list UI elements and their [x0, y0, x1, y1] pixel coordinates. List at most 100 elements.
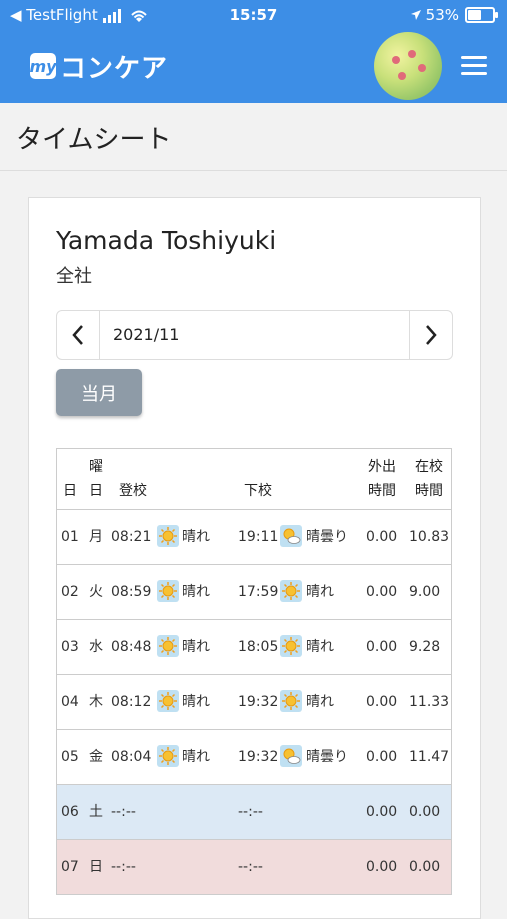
cell-school-hours: 11.33: [409, 694, 450, 710]
user-department: 全社: [56, 266, 92, 287]
cell-out-time: 19:32: [238, 749, 279, 765]
table-body: 01 月 08:21 晴れ 19:11 晴曇り 0.00 10.83 02 火 08:59 晴れ 17:…: [56, 510, 452, 895]
sun-icon: [157, 580, 179, 602]
prev-month-button[interactable]: [57, 311, 100, 359]
avatar-flower: [392, 56, 400, 64]
app-header: ◀ TestFlight 15:57 53% my コンケア: [0, 0, 507, 103]
sun-icon: [280, 580, 302, 602]
header-weekday-2: 日: [89, 483, 103, 499]
cell-out-weather: 晴曇り: [306, 529, 348, 545]
header-day: 日: [63, 483, 77, 499]
sun-icon: [157, 635, 179, 657]
cell-in-time: 08:21: [111, 529, 152, 545]
header-out: 下校: [244, 483, 272, 499]
cell-day: 06: [61, 804, 79, 820]
cell-day: 05: [61, 749, 79, 765]
sun-icon: [280, 635, 302, 657]
avatar-flower: [408, 50, 416, 58]
cell-outing-hours: 0.00: [366, 859, 398, 875]
cell-out-time: --:--: [238, 804, 263, 820]
cell-weekday: 木: [89, 694, 103, 710]
cell-day: 07: [61, 859, 79, 875]
cell-outing-hours: 0.00: [366, 639, 398, 655]
logo-text: コンケア: [60, 53, 169, 84]
cell-weekday: 日: [89, 859, 103, 875]
table-row[interactable]: 03 水 08:48 晴れ 18:05 晴れ 0.00 9.28: [56, 620, 452, 675]
cell-out-time: 18:05: [238, 639, 279, 655]
battery-fill: [468, 10, 481, 20]
cell-in-weather: 晴れ: [182, 529, 210, 545]
cell-in-weather: 晴れ: [182, 694, 210, 710]
cell-out-weather: 晴れ: [306, 694, 334, 710]
table-header: 日 曜 日 登校 下校 外出 時間 在校 時間: [56, 449, 452, 510]
cell-outing-hours: 0.00: [366, 694, 398, 710]
sun-cloud-icon: [280, 745, 302, 767]
cell-weekday: 月: [89, 529, 103, 545]
cell-weekday: 火: [89, 584, 103, 600]
current-month: 2021/11: [113, 325, 180, 344]
cell-out-weather: 晴れ: [306, 584, 334, 600]
table-row[interactable]: 05 金 08:04 晴れ 19:32 晴曇り 0.00 11.47: [56, 730, 452, 785]
cell-in-time: 08:12: [111, 694, 152, 710]
page-title-bar: タイムシート: [0, 103, 507, 171]
cell-out-time: 19:11: [238, 529, 279, 545]
page-title: タイムシート: [16, 125, 172, 155]
cell-weekday: 土: [89, 804, 103, 820]
header-weekday-1: 曜: [89, 459, 103, 475]
chevron-left-icon: [72, 325, 83, 345]
status-bar: ◀ TestFlight 15:57 53%: [0, 0, 507, 30]
battery-icon: [465, 7, 498, 23]
cell-weekday: 水: [89, 639, 103, 655]
cell-in-time: --:--: [111, 804, 136, 820]
sun-icon: [157, 690, 179, 712]
location-arrow-icon: [410, 10, 421, 20]
cell-weekday: 金: [89, 749, 103, 765]
cell-school-hours: 0.00: [409, 804, 441, 820]
sun-icon: [280, 690, 302, 712]
cell-in-time: 08:48: [111, 639, 152, 655]
cell-in-time: --:--: [111, 859, 136, 875]
cell-day: 02: [61, 584, 79, 600]
table-row[interactable]: 02 火 08:59 晴れ 17:59 晴れ 0.00 9.00: [56, 565, 452, 620]
user-name: Yamada Toshiyuki: [56, 226, 277, 255]
logo-badge: my: [29, 53, 57, 79]
next-month-button[interactable]: [409, 311, 452, 359]
avatar-flower: [398, 72, 406, 80]
cell-in-weather: 晴れ: [182, 639, 210, 655]
header-outing-2: 時間: [368, 483, 396, 499]
avatar[interactable]: [374, 32, 442, 100]
cell-in-weather: 晴れ: [182, 584, 210, 600]
cell-school-hours: 11.47: [409, 749, 450, 765]
cell-out-weather: 晴曇り: [306, 749, 348, 765]
status-right: 53%: [410, 6, 498, 24]
table-row[interactable]: 01 月 08:21 晴れ 19:11 晴曇り 0.00 10.83: [56, 510, 452, 565]
menu-icon[interactable]: [461, 56, 487, 76]
sun-icon: [157, 745, 179, 767]
header-school-2: 時間: [415, 483, 443, 499]
current-month-button[interactable]: 当月: [56, 369, 142, 416]
cell-out-time: --:--: [238, 859, 263, 875]
table-row[interactable]: 04 木 08:12 晴れ 19:32 晴れ 0.00 11.33: [56, 675, 452, 730]
timesheet-card: Yamada Toshiyuki 全社 2021/11 当月 日 曜 日 登校 …: [28, 197, 481, 919]
month-navigator: 2021/11: [56, 310, 453, 360]
battery-percent: 53%: [425, 6, 459, 24]
sun-cloud-icon: [280, 525, 302, 547]
table-row[interactable]: 06 土 --:-- --:-- 0.00 0.00: [56, 785, 452, 840]
chevron-right-icon: [426, 325, 437, 345]
cell-out-time: 19:32: [238, 694, 279, 710]
cell-out-time: 17:59: [238, 584, 279, 600]
cell-outing-hours: 0.00: [366, 804, 398, 820]
avatar-flower: [418, 64, 426, 72]
cell-outing-hours: 0.00: [366, 749, 398, 765]
cell-in-weather: 晴れ: [182, 749, 210, 765]
app-logo[interactable]: my コンケア: [29, 50, 169, 84]
timesheet-table: 日 曜 日 登校 下校 外出 時間 在校 時間 01 月 08:21 晴れ 19:11 晴…: [56, 448, 452, 895]
sun-icon: [157, 525, 179, 547]
header-in: 登校: [119, 483, 147, 499]
cell-out-weather: 晴れ: [306, 639, 334, 655]
cell-day: 04: [61, 694, 79, 710]
cell-outing-hours: 0.00: [366, 529, 398, 545]
table-row[interactable]: 07 日 --:-- --:-- 0.00 0.00: [56, 840, 452, 895]
cell-school-hours: 9.00: [409, 584, 441, 600]
cell-in-time: 08:59: [111, 584, 152, 600]
